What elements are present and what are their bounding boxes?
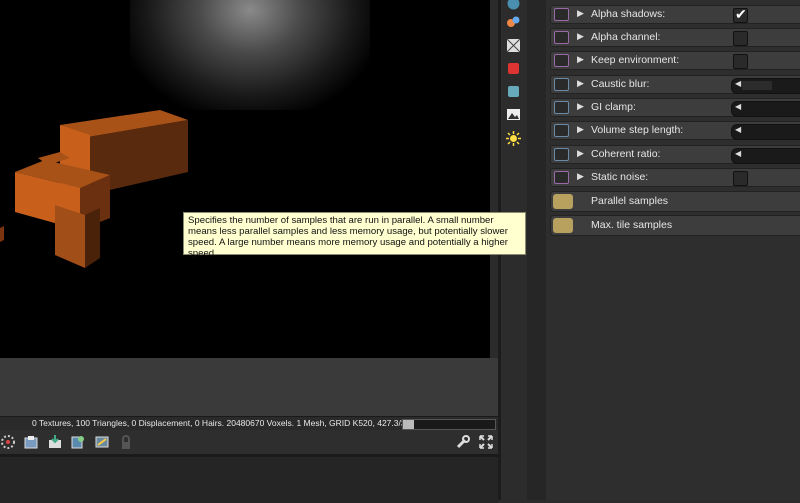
alpha-shadows-checkbox[interactable] bbox=[733, 6, 748, 23]
render-progress-fill bbox=[403, 420, 415, 429]
setting-row-coherent-ratio: ▶ Coherent ratio: ◀ bbox=[550, 145, 800, 164]
group-parallel-samples[interactable]: Parallel samples bbox=[550, 191, 800, 212]
group-label: Parallel samples bbox=[591, 195, 669, 207]
decrement-icon[interactable]: ◀ bbox=[735, 125, 741, 134]
viewport-background bbox=[0, 358, 498, 416]
red-cube-icon[interactable] bbox=[506, 61, 521, 76]
float-icon bbox=[554, 148, 569, 161]
float-icon bbox=[554, 78, 569, 91]
image-icon[interactable] bbox=[506, 107, 521, 122]
expand-icon[interactable]: ▶ bbox=[577, 124, 584, 135]
blue-cube-icon[interactable] bbox=[506, 84, 521, 99]
bool-icon bbox=[554, 171, 569, 184]
rendered-cubes bbox=[0, 110, 188, 268]
camera-icon[interactable] bbox=[94, 434, 110, 450]
expand-icon[interactable]: ▶ bbox=[577, 171, 584, 182]
export-icon[interactable] bbox=[23, 434, 39, 450]
status-text: 0 Textures, 100 Triangles, 0 Displacemen… bbox=[32, 418, 423, 428]
expand-icon[interactable]: ▶ bbox=[577, 8, 584, 19]
setting-label: Caustic blur: bbox=[591, 78, 650, 90]
setting-label: Alpha shadows: bbox=[591, 8, 666, 20]
setting-label: Volume step length: bbox=[591, 124, 684, 136]
color-drops-icon[interactable] bbox=[506, 14, 521, 29]
bool-icon bbox=[554, 31, 569, 44]
expand-icon[interactable]: ▶ bbox=[577, 31, 584, 42]
caustic-blur-slider[interactable]: ◀ bbox=[731, 78, 800, 94]
setting-row-volume-step-length: ▶ Volume step length: ◀ bbox=[550, 121, 800, 140]
setting-row-gi-clamp: ▶ GI clamp: ◀ bbox=[550, 98, 800, 117]
expand-icon[interactable]: ▶ bbox=[577, 54, 584, 65]
expand-icon[interactable]: ▶ bbox=[577, 101, 584, 112]
gi-clamp-slider[interactable]: ◀ bbox=[731, 101, 800, 117]
wrench-icon[interactable] bbox=[455, 434, 471, 450]
coherent-ratio-slider[interactable]: ◀ bbox=[731, 148, 800, 164]
group-icon bbox=[553, 218, 573, 233]
expand-icon[interactable]: ▶ bbox=[577, 78, 584, 89]
setting-row-caustic-blur: ▶ Caustic blur: ◀ bbox=[550, 75, 800, 94]
setting-label: Alpha channel: bbox=[591, 31, 661, 43]
cube-face bbox=[85, 208, 100, 268]
group-max-tile-samples[interactable]: Max. tile samples bbox=[550, 215, 800, 236]
group-label: Max. tile samples bbox=[591, 219, 673, 231]
cube-face bbox=[55, 205, 85, 268]
texture-grid-icon[interactable] bbox=[506, 38, 521, 53]
volume-step-length-slider[interactable]: ◀ bbox=[731, 124, 800, 140]
render-viewport[interactable] bbox=[0, 0, 490, 358]
setting-label: Coherent ratio: bbox=[591, 148, 661, 160]
setting-label: Keep environment: bbox=[591, 54, 680, 66]
group-icon bbox=[553, 194, 573, 209]
bool-icon bbox=[554, 54, 569, 67]
decrement-icon[interactable]: ◀ bbox=[735, 79, 741, 88]
setting-label: GI clamp: bbox=[591, 101, 636, 113]
keep-environment-checkbox[interactable] bbox=[733, 54, 748, 69]
sphere-icon[interactable] bbox=[506, 0, 521, 11]
status-bar: 0 Textures, 100 Triangles, 0 Displacemen… bbox=[0, 416, 498, 431]
static-noise-checkbox[interactable] bbox=[733, 171, 748, 186]
setting-row-keep-environment: ▶ Keep environment: bbox=[550, 51, 800, 70]
tooltip: Specifies the number of samples that are… bbox=[183, 212, 526, 259]
setting-label: Static noise: bbox=[591, 171, 649, 183]
sun-icon[interactable] bbox=[506, 131, 521, 146]
render-region-icon[interactable] bbox=[0, 434, 16, 450]
float-icon bbox=[554, 124, 569, 137]
render-progress-bar bbox=[402, 419, 496, 430]
setting-row-alpha-channel: ▶ Alpha channel: bbox=[550, 28, 800, 47]
decrement-icon[interactable]: ◀ bbox=[735, 102, 741, 111]
panel-gutter bbox=[527, 0, 546, 500]
picker-icon[interactable] bbox=[70, 434, 86, 450]
expand-icon[interactable]: ▶ bbox=[577, 148, 584, 159]
fullscreen-icon[interactable] bbox=[478, 434, 494, 450]
bottom-panel bbox=[0, 454, 498, 503]
kernel-settings-panel: ▶ Alpha shadows: ▶ Alpha channel: ▶ Keep… bbox=[546, 0, 800, 500]
cube-face bbox=[0, 226, 4, 242]
viewport-toolbar bbox=[0, 430, 498, 454]
alpha-channel-checkbox[interactable] bbox=[733, 31, 748, 46]
lock-icon[interactable] bbox=[118, 434, 134, 450]
setting-row-static-noise: ▶ Static noise: bbox=[550, 168, 800, 187]
float-icon bbox=[554, 101, 569, 114]
bool-icon bbox=[554, 8, 569, 21]
setting-row-alpha-shadows: ▶ Alpha shadows: bbox=[550, 5, 800, 24]
decrement-icon[interactable]: ◀ bbox=[735, 149, 741, 158]
save-icon[interactable] bbox=[47, 434, 63, 450]
